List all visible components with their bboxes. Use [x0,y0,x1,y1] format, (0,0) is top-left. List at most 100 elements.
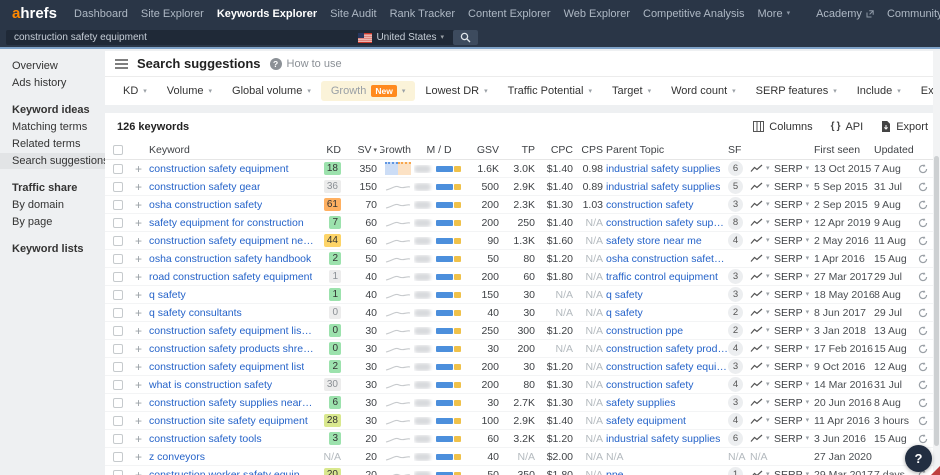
serp-dropdown[interactable]: SERP▾ [774,235,814,247]
columns-button[interactable]: Columns [753,121,812,133]
position-history-button[interactable]: ▾ [750,470,774,475]
nav-link-academy[interactable]: Academy [816,8,874,20]
position-history-button[interactable]: ▾ [750,236,774,245]
nav-item-rank-tracker[interactable]: Rank Tracker [390,8,455,20]
column-header-tp[interactable]: TP [502,144,538,156]
serp-dropdown[interactable]: SERP▾ [774,361,814,373]
search-button[interactable] [453,30,478,45]
keyword-link[interactable]: what is construction safety [149,379,272,391]
refresh-button[interactable] [918,254,932,264]
country-selector[interactable]: United States ▾ [351,30,451,45]
nav-item-site-explorer[interactable]: Site Explorer [141,8,204,20]
column-header-md[interactable]: M / D [414,144,464,156]
refresh-button[interactable] [918,236,932,246]
keyword-link[interactable]: construction safety equipment list [149,361,304,373]
nav-item-competitive-analysis[interactable]: Competitive Analysis [643,8,745,20]
refresh-button[interactable] [918,398,932,408]
keyword-link[interactable]: osha construction safety handbook [149,253,311,265]
sidebar-item-by-page[interactable]: By page [0,214,105,230]
parent-topic-link[interactable]: ppe [606,469,624,475]
filter-global-volume[interactable]: Global volume▾ [222,81,321,101]
position-history-button[interactable]: ▾ [750,416,774,425]
filter-serp-features[interactable]: SERP features▾ [746,81,847,101]
row-checkbox[interactable] [113,398,123,408]
keyword-search-input[interactable] [6,30,351,45]
ahrefs-logo[interactable]: ahrefs [12,5,57,22]
parent-topic-link[interactable]: construction safety equipment list [606,361,728,373]
serp-dropdown[interactable]: SERP▾ [774,181,814,193]
sidebar-toggle-icon[interactable] [115,59,128,69]
refresh-button[interactable] [918,218,932,228]
serp-dropdown[interactable]: SERP▾ [774,433,814,445]
position-history-button[interactable]: ▾ [750,380,774,389]
refresh-button[interactable] [918,362,932,372]
keyword-link[interactable]: osha construction safety [149,199,262,211]
position-history-button[interactable]: ▾ [750,290,774,299]
parent-topic-link[interactable]: industrial safety supplies [606,163,720,175]
position-history-button[interactable]: ▾ [750,254,774,263]
row-checkbox[interactable] [113,182,123,192]
refresh-button[interactable] [918,200,932,210]
keyword-link[interactable]: road construction safety equipment [149,271,312,283]
column-header-growth[interactable]: Growth [380,144,414,156]
add-keyword-button[interactable]: + [135,451,142,463]
filter-include[interactable]: Include▾ [847,81,911,101]
parent-topic-link[interactable]: osha construction safety handbook [606,253,728,265]
column-header-updated[interactable]: Updated [874,144,918,156]
serp-dropdown[interactable]: SERP▾ [774,343,814,355]
parent-topic-link[interactable]: construction ppe [606,325,683,337]
serp-dropdown[interactable]: SERP▾ [774,415,814,427]
nav-item-web-explorer[interactable]: Web Explorer [564,8,630,20]
add-keyword-button[interactable]: + [135,307,142,319]
serp-dropdown[interactable]: SERP▾ [774,307,814,319]
parent-topic-link[interactable]: q safety [606,289,643,301]
nav-link-community[interactable]: Community [887,8,940,20]
position-history-button[interactable]: ▾ [750,344,774,353]
sidebar-item-ads-history[interactable]: Ads history [0,75,105,91]
sidebar-item-search-suggestions[interactable]: Search suggestions [0,153,105,169]
column-header-keyword[interactable]: Keyword [149,144,314,156]
filter-target[interactable]: Target▾ [602,81,661,101]
add-keyword-button[interactable]: + [135,343,142,355]
row-checkbox[interactable] [113,452,123,462]
row-checkbox[interactable] [113,254,123,264]
column-header-sf[interactable]: SF [728,144,750,156]
refresh-button[interactable] [918,308,932,318]
keyword-link[interactable]: safety equipment for construction [149,217,304,229]
position-history-button[interactable]: ▾ [750,308,774,317]
serp-dropdown[interactable]: SERP▾ [774,271,814,283]
refresh-button[interactable] [918,182,932,192]
position-history-button[interactable]: ▾ [750,398,774,407]
refresh-button[interactable] [918,416,932,426]
refresh-button[interactable] [918,272,932,282]
parent-topic-link[interactable]: safety store near me [606,235,702,247]
nav-item-dashboard[interactable]: Dashboard [74,8,128,20]
column-header-first_seen[interactable]: First seen [814,144,874,156]
filter-word-count[interactable]: Word count▾ [661,81,746,101]
keyword-link[interactable]: construction safety gear [149,181,260,193]
keyword-link[interactable]: q safety consultants [149,307,242,319]
sidebar-item-by-domain[interactable]: By domain [0,197,105,213]
keyword-link[interactable]: construction safety equipment [149,163,289,175]
filter-traffic-potential[interactable]: Traffic Potential▾ [498,81,602,101]
help-fab-button[interactable]: ? [905,445,932,472]
nav-item-site-audit[interactable]: Site Audit [330,8,376,20]
scrollbar-thumb[interactable] [934,156,939,446]
position-history-button[interactable]: ▾ [750,272,774,281]
row-checkbox[interactable] [113,236,123,246]
add-keyword-button[interactable]: + [135,271,142,283]
refresh-button[interactable] [918,434,932,444]
export-button[interactable]: Export [881,121,928,133]
row-checkbox[interactable] [113,380,123,390]
parent-topic-link[interactable]: industrial safety supplies [606,181,720,193]
serp-dropdown[interactable]: SERP▾ [774,163,814,175]
sidebar-item-matching-terms[interactable]: Matching terms [0,119,105,135]
add-keyword-button[interactable]: + [135,415,142,427]
add-keyword-button[interactable]: + [135,163,142,175]
column-header-cpc[interactable]: CPC [538,144,576,156]
position-history-button[interactable]: ▾ [750,164,774,173]
row-checkbox[interactable] [113,308,123,318]
keyword-link[interactable]: q safety [149,289,186,301]
position-history-button[interactable]: ▾ [750,182,774,191]
row-checkbox[interactable] [113,290,123,300]
